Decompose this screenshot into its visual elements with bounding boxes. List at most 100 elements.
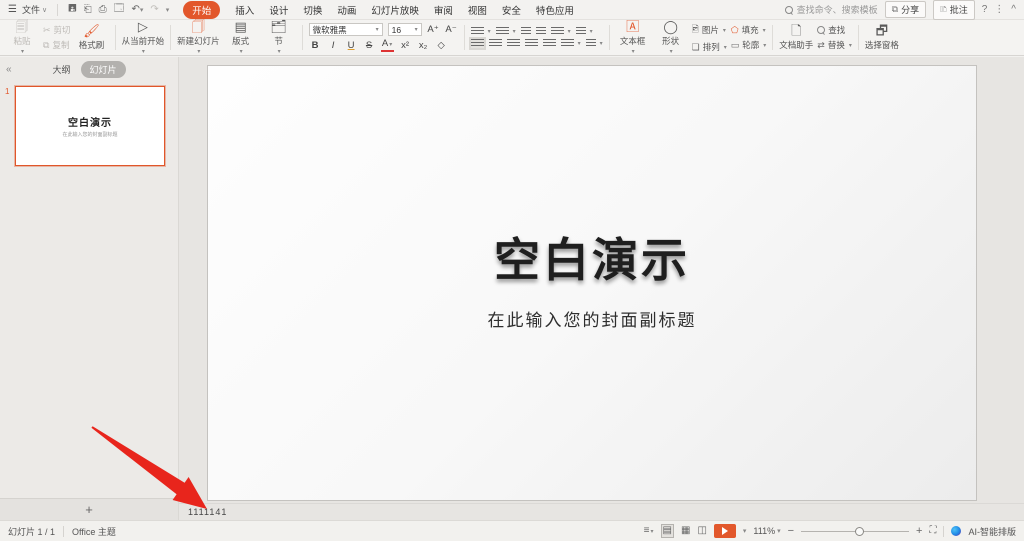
fit-slide-icon[interactable]: ⛶: [929, 525, 936, 537]
cut-button[interactable]: ✂ 剪切: [43, 24, 71, 36]
align-center-button[interactable]: [489, 39, 502, 48]
slides-tab[interactable]: 幻灯片: [81, 61, 126, 78]
save-icon[interactable]: 🖪: [68, 1, 77, 18]
tab-insert[interactable]: 插入: [235, 3, 254, 17]
layout-button[interactable]: ▤ 版式: [224, 20, 258, 55]
outline-tab[interactable]: 大纲: [52, 63, 70, 76]
copy-icon: ⧉: [43, 40, 49, 51]
find-icon: [817, 26, 825, 34]
slide-subtitle-placeholder[interactable]: 在此输入您的封面副标题: [488, 306, 697, 331]
share-button[interactable]: ⧉ 分享: [885, 1, 926, 18]
ribbon-tabs: 开始 插入 设计 切换 动画 幻灯片放映 审阅 视图 安全 特色应用: [183, 1, 574, 19]
decrease-indent-button[interactable]: [521, 27, 531, 36]
play-options-icon[interactable]: ▾: [743, 527, 747, 535]
slideshow-play-button[interactable]: [714, 524, 736, 538]
columns-button[interactable]: [586, 39, 603, 48]
zoom-in-button[interactable]: +: [916, 525, 922, 537]
align-left-button[interactable]: [471, 39, 484, 48]
ai-layout-icon[interactable]: [951, 526, 961, 536]
doc-assistant-button[interactable]: 🗋 文档助手: [779, 24, 813, 51]
arrange-button[interactable]: ❏ 排列: [692, 41, 727, 53]
fill-button[interactable]: ⬠ 填充: [731, 24, 767, 36]
theme-label[interactable]: Office 主题: [72, 525, 116, 538]
redo-icon[interactable]: ↷: [150, 4, 158, 15]
tab-design[interactable]: 设计: [269, 3, 288, 17]
slide-canvas[interactable]: 空白演示 在此输入您的封面副标题: [207, 65, 977, 501]
tab-view[interactable]: 视图: [468, 3, 487, 17]
help-button[interactable]: ?: [982, 4, 988, 15]
subscript-button[interactable]: x₂: [417, 40, 430, 51]
font-name-combobox[interactable]: 微软雅黑 ▾: [309, 23, 383, 36]
zoom-out-button[interactable]: −: [788, 525, 794, 537]
new-slide-button[interactable]: 🗍 新建幻灯片: [177, 20, 220, 55]
clear-format-button[interactable]: ◇: [435, 40, 448, 51]
comment-button[interactable]: 🗈 批注: [933, 0, 975, 20]
slide-sorter-icon[interactable]: ▦: [681, 525, 690, 537]
divider: [302, 25, 303, 50]
play-from-current-button[interactable]: ▷ 从当前开始: [122, 20, 165, 55]
paragraph-more-button[interactable]: [576, 27, 593, 36]
file-menu-button[interactable]: 文件 ∨: [22, 3, 47, 16]
superscript-button[interactable]: x²: [399, 40, 412, 51]
print-preview-icon[interactable]: 🗔: [114, 1, 125, 18]
increase-indent-icon: [536, 27, 546, 36]
strikethrough-button[interactable]: S: [363, 40, 376, 51]
notes-toggle-icon[interactable]: ≡: [644, 525, 654, 538]
normal-view-icon[interactable]: ▤: [661, 524, 674, 538]
text-direction-button[interactable]: [551, 27, 571, 36]
customize-toolbar-icon[interactable]: ▾: [166, 6, 170, 14]
tab-special-apps[interactable]: 特色应用: [536, 3, 574, 17]
italic-button[interactable]: I: [327, 40, 340, 51]
slider-knob[interactable]: [855, 527, 864, 536]
undo-icon[interactable]: ↶▾: [131, 4, 143, 15]
collapse-ribbon-button[interactable]: ^: [1011, 4, 1016, 15]
textbox-button[interactable]: 🄰 文本框: [616, 20, 650, 55]
ai-layout-label[interactable]: AI-智能排版: [968, 525, 1016, 538]
export-icon[interactable]: ⎗: [84, 4, 92, 15]
tab-slideshow[interactable]: 幻灯片放映: [371, 3, 419, 17]
outline-button[interactable]: ▭ 轮廓: [731, 39, 767, 51]
notes-bar[interactable]: 1111141: [179, 503, 1024, 520]
picture-button[interactable]: 🖻 图片: [692, 22, 727, 38]
titlebar: ☰ 文件 ∨ 🖪 ⎗ ⎙ 🗔 ↶▾ ↷ ▾ 开始 插入 设计 切换 动画 幻灯片…: [0, 0, 1024, 20]
font-color-button[interactable]: A: [381, 39, 394, 52]
command-search[interactable]: 查找命令、搜索模板: [785, 3, 878, 16]
zoom-slider[interactable]: [801, 527, 909, 536]
tab-security[interactable]: 安全: [502, 3, 521, 17]
line-spacing-button[interactable]: [561, 39, 581, 48]
tab-transition[interactable]: 切换: [303, 3, 322, 17]
find-button[interactable]: 查找: [817, 24, 852, 36]
increase-indent-button[interactable]: [536, 27, 546, 36]
more-options-button[interactable]: ⋮: [994, 4, 1004, 15]
slide-title-placeholder[interactable]: 空白演示: [494, 224, 690, 290]
slide-thumbnail[interactable]: 空白演示 在此输入您的封面副标题: [15, 86, 165, 166]
distribute-button[interactable]: [543, 39, 556, 48]
align-right-button[interactable]: [507, 39, 520, 48]
tab-animation[interactable]: 动画: [337, 3, 356, 17]
bold-button[interactable]: B: [309, 40, 322, 51]
print-icon[interactable]: ⎙: [99, 4, 107, 15]
selection-pane-button[interactable]: 🗗 选择窗格: [865, 24, 899, 51]
notes-text[interactable]: 1111141: [188, 507, 227, 517]
tab-review[interactable]: 审阅: [434, 3, 453, 17]
shapes-button[interactable]: ◯ 形状: [654, 20, 688, 55]
font-size-combobox[interactable]: 16 ▾: [388, 23, 422, 36]
add-slide-button[interactable]: +: [0, 498, 178, 520]
hamburger-menu-icon[interactable]: ☰: [8, 4, 17, 15]
reading-view-icon[interactable]: ◫: [697, 525, 706, 537]
fill-icon: ⬠: [731, 25, 739, 36]
format-painter-button[interactable]: 🖌 格式刷: [75, 24, 109, 51]
numbered-list-button[interactable]: [496, 27, 516, 36]
zoom-level[interactable]: 111% ▾: [753, 526, 780, 536]
tab-home[interactable]: 开始: [183, 1, 220, 19]
justify-button[interactable]: [525, 39, 538, 48]
increase-font-button[interactable]: A⁺: [427, 24, 440, 35]
replace-button[interactable]: ⇄ 替换: [817, 39, 852, 51]
section-button[interactable]: 🗂 节: [262, 20, 296, 55]
paste-button[interactable]: 🗐 粘贴: [5, 20, 39, 55]
copy-button[interactable]: ⧉ 复制: [43, 39, 71, 51]
insert-group: 🄰 文本框 ◯ 形状 🖻 图片 ❏ 排列 ⬠ 填充: [613, 22, 770, 53]
bullet-list-button[interactable]: [471, 27, 491, 36]
decrease-font-button[interactable]: A⁻: [445, 24, 458, 35]
underline-button[interactable]: U: [345, 40, 358, 51]
